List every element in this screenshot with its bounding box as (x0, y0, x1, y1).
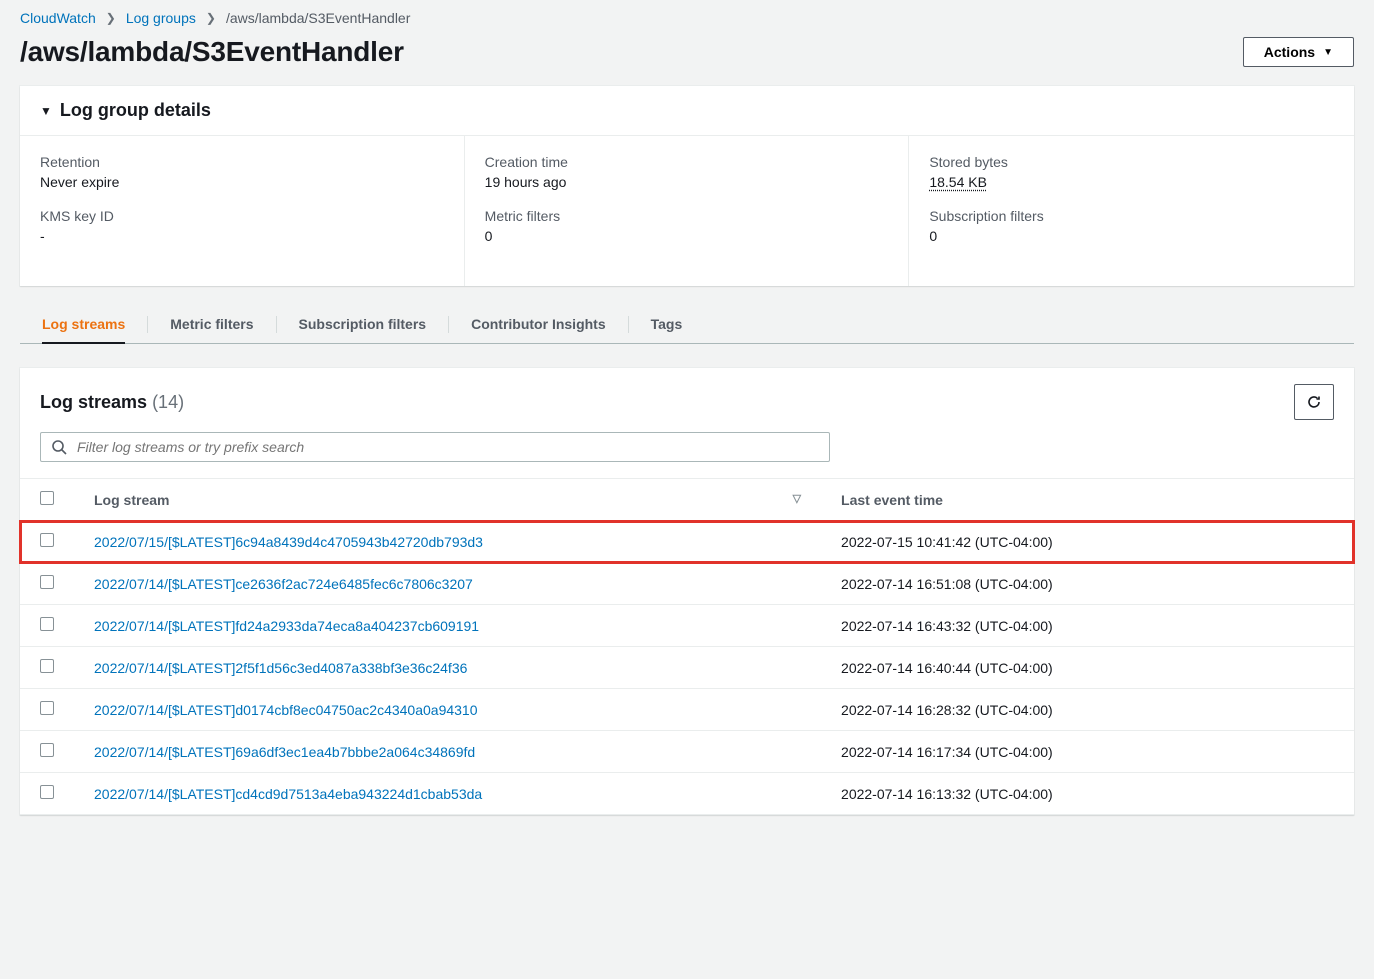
chevron-right-icon: ❯ (206, 11, 216, 25)
caret-down-icon: ▼ (1323, 47, 1333, 58)
log-stream-link[interactable]: 2022/07/14/[$LATEST]ce2636f2ac724e6485fe… (94, 576, 473, 592)
creation-value: 19 hours ago (485, 174, 889, 190)
refresh-icon (1306, 394, 1322, 410)
breadcrumb: CloudWatch ❯ Log groups ❯ /aws/lambda/S3… (0, 0, 1374, 32)
select-all-checkbox[interactable] (40, 491, 54, 505)
breadcrumb-current: /aws/lambda/S3EventHandler (226, 10, 410, 26)
metric-filters-value: 0 (485, 228, 889, 244)
table-row: 2022/07/14/[$LATEST]fd24a2933da74eca8a40… (20, 605, 1354, 647)
log-group-details-panel: ▼ Log group details Retention Never expi… (20, 86, 1354, 286)
stored-bytes-label: Stored bytes (929, 154, 1334, 170)
row-checkbox[interactable] (40, 575, 54, 589)
table-row: 2022/07/14/[$LATEST]d0174cbf8ec04750ac2c… (20, 689, 1354, 731)
retention-label: Retention (40, 154, 444, 170)
page-title: /aws/lambda/S3EventHandler (20, 36, 404, 68)
kms-value: - (40, 228, 444, 244)
log-streams-panel: Log streams (14) (20, 368, 1354, 815)
log-stream-link[interactable]: 2022/07/14/[$LATEST]69a6df3ec1ea4b7bbbe2… (94, 744, 475, 760)
table-row: 2022/07/14/[$LATEST]ce2636f2ac724e6485fe… (20, 563, 1354, 605)
table-row: 2022/07/14/[$LATEST]2f5f1d56c3ed4087a338… (20, 647, 1354, 689)
last-event-time: 2022-07-14 16:13:32 (UTC-04:00) (821, 773, 1354, 815)
log-stream-link[interactable]: 2022/07/14/[$LATEST]cd4cd9d7513a4eba9432… (94, 786, 482, 802)
actions-label: Actions (1264, 44, 1315, 60)
last-event-time: 2022-07-15 10:41:42 (UTC-04:00) (821, 521, 1354, 563)
log-stream-link[interactable]: 2022/07/14/[$LATEST]d0174cbf8ec04750ac2c… (94, 702, 478, 718)
sort-icon: ▽ (793, 492, 801, 505)
row-checkbox[interactable] (40, 785, 54, 799)
tab-subscription-filters[interactable]: Subscription filters (299, 306, 427, 343)
stored-bytes-value: 18.54 KB (929, 174, 1334, 190)
log-streams-count: (14) (152, 392, 184, 412)
breadcrumb-log-groups[interactable]: Log groups (126, 10, 196, 26)
row-checkbox[interactable] (40, 533, 54, 547)
tab-log-streams[interactable]: Log streams (42, 306, 125, 344)
col-last-event-time[interactable]: Last event time (821, 479, 1354, 521)
subscription-filters-value: 0 (929, 228, 1334, 244)
triangle-down-icon: ▼ (40, 104, 52, 118)
row-checkbox[interactable] (40, 701, 54, 715)
last-event-time: 2022-07-14 16:40:44 (UTC-04:00) (821, 647, 1354, 689)
search-icon (51, 439, 67, 455)
row-checkbox[interactable] (40, 659, 54, 673)
log-stream-link[interactable]: 2022/07/14/[$LATEST]2f5f1d56c3ed4087a338… (94, 660, 467, 676)
row-checkbox[interactable] (40, 743, 54, 757)
breadcrumb-cloudwatch[interactable]: CloudWatch (20, 10, 96, 26)
tab-tags[interactable]: Tags (651, 306, 683, 343)
tab-contributor-insights[interactable]: Contributor Insights (471, 306, 606, 343)
table-row: 2022/07/15/[$LATEST]6c94a8439d4c4705943b… (20, 521, 1354, 563)
log-streams-heading: Log streams (14) (40, 392, 184, 413)
refresh-button[interactable] (1294, 384, 1334, 420)
search-box[interactable] (40, 432, 830, 462)
log-stream-link[interactable]: 2022/07/14/[$LATEST]fd24a2933da74eca8a40… (94, 618, 479, 634)
log-streams-title: Log streams (40, 392, 147, 412)
table-row: 2022/07/14/[$LATEST]69a6df3ec1ea4b7bbbe2… (20, 731, 1354, 773)
table-row: 2022/07/14/[$LATEST]cd4cd9d7513a4eba9432… (20, 773, 1354, 815)
retention-value: Never expire (40, 174, 444, 190)
creation-label: Creation time (485, 154, 889, 170)
log-stream-link[interactable]: 2022/07/15/[$LATEST]6c94a8439d4c4705943b… (94, 534, 483, 550)
last-event-time: 2022-07-14 16:28:32 (UTC-04:00) (821, 689, 1354, 731)
log-group-details-toggle[interactable]: ▼ Log group details (20, 86, 1354, 136)
log-streams-table: Log stream ▽ Last event time 2022/07/15/… (20, 478, 1354, 815)
row-checkbox[interactable] (40, 617, 54, 631)
col-log-stream[interactable]: Log stream ▽ (74, 479, 821, 521)
last-event-time: 2022-07-14 16:51:08 (UTC-04:00) (821, 563, 1354, 605)
chevron-right-icon: ❯ (106, 11, 116, 25)
actions-button[interactable]: Actions ▼ (1243, 37, 1354, 67)
tabs: Log streams Metric filters Subscription … (20, 306, 1354, 344)
search-input[interactable] (77, 439, 819, 455)
last-event-time: 2022-07-14 16:17:34 (UTC-04:00) (821, 731, 1354, 773)
log-group-details-title: Log group details (60, 100, 211, 121)
tab-metric-filters[interactable]: Metric filters (170, 306, 253, 343)
kms-label: KMS key ID (40, 208, 444, 224)
last-event-time: 2022-07-14 16:43:32 (UTC-04:00) (821, 605, 1354, 647)
subscription-filters-label: Subscription filters (929, 208, 1334, 224)
metric-filters-label: Metric filters (485, 208, 889, 224)
